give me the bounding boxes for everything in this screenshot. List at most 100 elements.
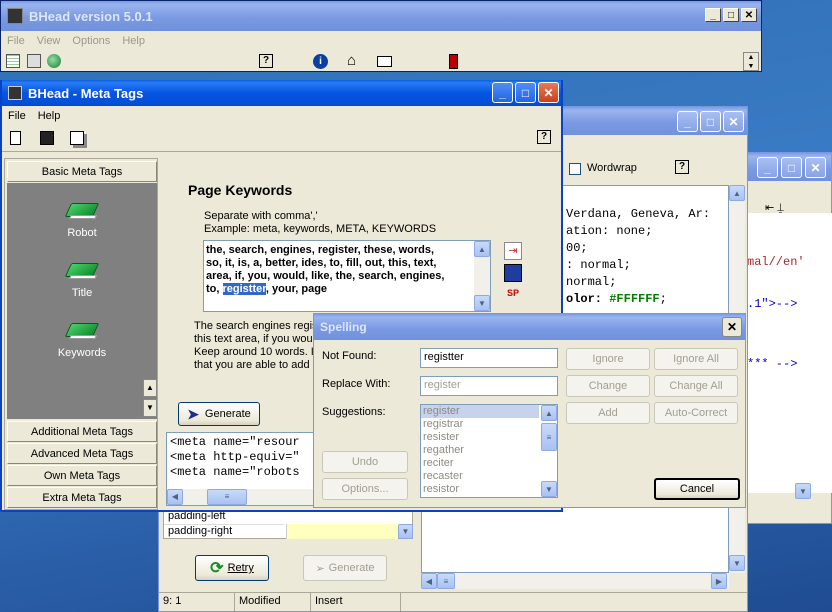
menu-view[interactable]: View [31, 35, 67, 47]
insert-icon[interactable]: ⇥ [504, 242, 522, 260]
cancel-button[interactable]: Cancel [654, 478, 740, 500]
close-button[interactable]: ✕ [741, 8, 757, 22]
scroll-left-button[interactable]: ◀ [421, 573, 437, 589]
additional-meta-tags-button[interactable]: Additional Meta Tags [7, 421, 157, 442]
suggestion-item[interactable]: resister [421, 431, 557, 444]
scroll-spinner[interactable]: ▲ ▼ [743, 52, 759, 71]
maximize-button[interactable]: □ [515, 82, 536, 103]
maximize-button[interactable]: □ [781, 157, 802, 178]
dropdown-button[interactable]: ▼ [398, 524, 413, 539]
maximize-button[interactable]: □ [723, 8, 739, 22]
status-bar: 9: 1 Modified Insert [159, 592, 747, 611]
menu-options[interactable]: Options [66, 35, 116, 47]
help-icon[interactable]: ? [259, 54, 273, 68]
scroll-up-button[interactable]: ▲ [474, 241, 490, 257]
suggestion-item[interactable]: resistor [421, 483, 557, 496]
maximize-button[interactable]: □ [700, 111, 721, 132]
keywords-item[interactable]: Keywords [37, 321, 127, 359]
menu-file[interactable]: File [1, 35, 31, 47]
change-button[interactable]: Change [566, 375, 650, 397]
title-item[interactable]: Title [37, 261, 127, 299]
property-value-field[interactable] [286, 524, 398, 539]
scroll-thumb[interactable]: ≡ [207, 489, 247, 505]
menu-help[interactable]: Help [116, 35, 151, 47]
meta-tags-titlebar[interactable]: BHead - Meta Tags _ □ ✕ [2, 80, 561, 106]
wordwrap-checkbox[interactable] [569, 163, 581, 175]
meta-tags-toolbar: ? [2, 126, 561, 152]
suggestion-item[interactable]: recaster [421, 470, 557, 483]
scroll-left-button[interactable]: ◀ [167, 489, 183, 505]
scroll-thumb[interactable]: ≡ [437, 573, 455, 589]
minimize-button[interactable]: _ [677, 111, 698, 132]
save-icon[interactable] [40, 131, 54, 145]
code-hscroll[interactable] [421, 573, 729, 589]
panel-scroll-down[interactable]: ▼ [143, 399, 157, 417]
third-editor-window: _ □ ✕ ⇤ ⍊ mal//en' .1">--> *** --> ▼ [746, 152, 832, 524]
scroll-down-button[interactable]: ▼ [541, 481, 557, 497]
meta-output-area[interactable]: <meta name="resour <meta http-equiv=" <m… [166, 432, 316, 506]
spelling-titlebar[interactable]: Spelling ✕ [314, 314, 745, 340]
suggestions-list[interactable]: register registrar resister regather rec… [420, 404, 558, 498]
new-file-icon[interactable] [10, 131, 21, 145]
menu-help[interactable]: Help [32, 110, 67, 122]
scroll-thumb[interactable]: ≡ [541, 423, 557, 451]
ignore-button[interactable]: Ignore [566, 348, 650, 370]
minimize-button[interactable]: _ [757, 157, 778, 178]
add-button[interactable]: Add [566, 402, 650, 424]
misspelled-word[interactable]: registter [222, 283, 266, 295]
scroll-down-button[interactable]: ▼ [729, 555, 745, 571]
auto-correct-button[interactable]: Auto-Correct [654, 402, 738, 424]
suggestion-item[interactable]: registrar [421, 418, 557, 431]
info-icon[interactable]: i [313, 54, 328, 69]
panel-scroll-up[interactable]: ▲ [143, 379, 157, 397]
output-hscroll[interactable]: ◀ ≡ [167, 489, 315, 505]
close-button[interactable]: ✕ [722, 317, 742, 337]
advanced-meta-tags-button[interactable]: Advanced Meta Tags [7, 443, 157, 464]
minimize-button[interactable]: _ [492, 82, 513, 103]
keywords-vscroll[interactable]: ▲ ▼ [474, 241, 490, 311]
scroll-up-button[interactable]: ▲ [729, 185, 745, 201]
replace-with-field[interactable]: register [420, 376, 558, 396]
close-button[interactable]: ✕ [723, 111, 744, 132]
third-window-titlebar[interactable]: _ □ ✕ [747, 153, 831, 181]
property-row[interactable]: padding-right [164, 524, 284, 539]
generate-button[interactable]: ➤ Generate [178, 402, 260, 426]
close-button[interactable]: ✕ [538, 82, 559, 103]
not-found-field[interactable]: registter [420, 348, 558, 368]
copy-icon[interactable] [70, 131, 84, 145]
suggestion-item[interactable]: register [421, 405, 539, 418]
edit-icon[interactable] [27, 54, 41, 68]
scroll-up-button[interactable]: ▲ [541, 405, 557, 421]
mail-icon[interactable] [377, 56, 392, 67]
generate-button-disabled[interactable]: ➢ Generate [303, 555, 387, 581]
basic-meta-tags-header[interactable]: Basic Meta Tags [7, 161, 157, 182]
exit-icon[interactable] [449, 54, 458, 69]
scroll-right-button[interactable]: ▶ [711, 573, 727, 589]
spellcheck-icon[interactable]: SP [504, 288, 522, 306]
own-meta-tags-button[interactable]: Own Meta Tags [7, 465, 157, 486]
save-keywords-icon[interactable] [504, 264, 522, 282]
third-window-text[interactable]: mal//en' .1">--> *** --> [747, 213, 832, 493]
scroll-down-button[interactable]: ▼ [474, 295, 490, 311]
suggestion-item[interactable]: regather [421, 444, 557, 457]
app-icon [8, 86, 22, 100]
help-icon[interactable]: ? [675, 160, 689, 174]
keywords-textarea[interactable]: the, search, engines, register, these, w… [203, 240, 491, 312]
change-all-button[interactable]: Change All [654, 375, 738, 397]
ignore-all-button[interactable]: Ignore All [654, 348, 738, 370]
scroll-down-button[interactable]: ▼ [795, 483, 811, 499]
minimize-button[interactable]: _ [705, 8, 721, 22]
menu-file[interactable]: File [2, 110, 32, 122]
suggestion-item[interactable]: reciter [421, 457, 557, 470]
retry-button[interactable]: ⟳ Retry [195, 555, 269, 581]
undo-button[interactable]: Undo [322, 451, 408, 473]
globe-icon[interactable] [47, 54, 61, 68]
options-button[interactable]: Options... [322, 478, 408, 500]
bhead-main-titlebar[interactable]: BHead version 5.0.1 _ □ ✕ [1, 1, 761, 31]
robot-item[interactable]: Robot [37, 201, 127, 239]
home-icon[interactable]: ⌂ [347, 52, 356, 69]
close-button[interactable]: ✕ [805, 157, 826, 178]
help-icon[interactable]: ? [537, 130, 551, 144]
extra-meta-tags-button[interactable]: Extra Meta Tags [7, 487, 157, 508]
notepad-icon[interactable] [6, 54, 20, 68]
